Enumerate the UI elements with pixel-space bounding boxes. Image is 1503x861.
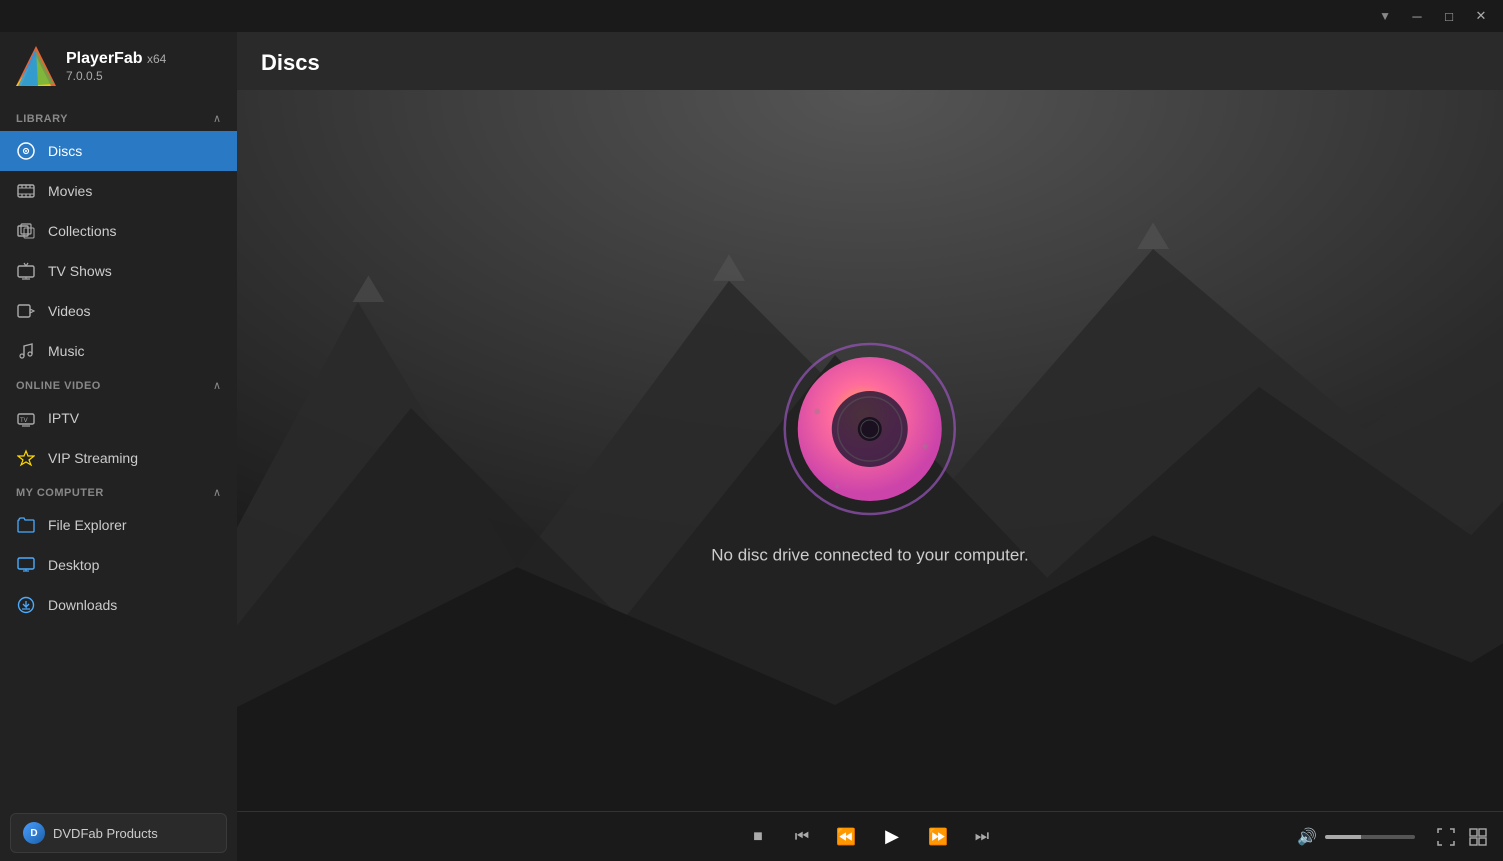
volume-area: 🔊 <box>1297 827 1415 847</box>
library-label: Library <box>16 113 68 125</box>
videos-label: Videos <box>48 303 91 319</box>
disc-icon <box>16 141 36 161</box>
app-logo-icon <box>16 46 56 86</box>
tv-icon <box>16 261 36 281</box>
iptv-icon: TV <box>16 408 36 428</box>
collections-label: Collections <box>48 223 116 239</box>
library-chevron-icon: ∧ <box>213 112 221 125</box>
page-header: Discs <box>237 32 1503 90</box>
online-video-chevron-icon: ∧ <box>213 379 221 392</box>
music-label: Music <box>48 343 85 359</box>
dvdfab-products-button[interactable]: D DVDFab Products <box>10 813 227 853</box>
player-bar: ■ ⏮ ⏪ ▶ ⏩ ⏭ 🔊 <box>237 811 1503 861</box>
videos-icon <box>16 301 36 321</box>
app-name: PlayerFab x64 <box>66 49 166 68</box>
sidebar-item-videos[interactable]: Videos <box>0 291 237 331</box>
sidebar-item-collections[interactable]: Collections <box>0 211 237 251</box>
app-name-version: PlayerFab x64 7.0.0.5 <box>66 49 166 82</box>
sidebar: PlayerFab x64 7.0.0.5 Library ∧ Discs <box>0 32 237 861</box>
sidebar-item-vip-streaming[interactable]: VIP Streaming <box>0 438 237 478</box>
music-icon <box>16 341 36 361</box>
movies-icon <box>16 181 36 201</box>
tv-shows-label: TV Shows <box>48 263 112 279</box>
content-area: Discs <box>237 32 1503 861</box>
player-right-controls: 🔊 <box>1297 827 1487 847</box>
sidebar-item-tv-shows[interactable]: TV Shows <box>0 251 237 291</box>
desktop-icon <box>16 555 36 575</box>
close-button[interactable]: ✕ <box>1467 6 1495 26</box>
sidebar-item-downloads[interactable]: Downloads <box>0 585 237 625</box>
main-display-area: No disc drive connected to your computer… <box>237 90 1503 811</box>
minimize-button[interactable]: ─ <box>1403 6 1431 26</box>
file-explorer-icon <box>16 515 36 535</box>
volume-slider[interactable] <box>1325 835 1415 839</box>
desktop-label: Desktop <box>48 557 99 573</box>
restore-button[interactable]: □ <box>1435 6 1463 26</box>
sidebar-item-music[interactable]: Music <box>0 331 237 371</box>
previous-button[interactable]: ⏮ <box>788 823 816 851</box>
file-explorer-label: File Explorer <box>48 517 127 533</box>
sidebar-item-iptv[interactable]: TV IPTV <box>0 398 237 438</box>
library-section-header[interactable]: Library ∧ <box>0 104 237 131</box>
forward-button[interactable]: ⏩ <box>924 823 952 851</box>
sidebar-item-discs[interactable]: Discs <box>0 131 237 171</box>
vip-streaming-label: VIP Streaming <box>48 450 138 466</box>
my-computer-label: My Computer <box>16 487 104 499</box>
no-disc-message: No disc drive connected to your computer… <box>711 545 1029 565</box>
my-computer-chevron-icon: ∧ <box>213 486 221 499</box>
online-video-label: ONLINE VIDEO <box>16 380 101 392</box>
page-title: Discs <box>261 50 320 75</box>
dvdfab-icon: D <box>23 822 45 844</box>
window-controls: ▼ ─ □ ✕ <box>1379 6 1495 26</box>
my-computer-section-header[interactable]: My Computer ∧ <box>0 478 237 505</box>
disc-empty-state: No disc drive connected to your computer… <box>711 336 1029 565</box>
next-button[interactable]: ⏭ <box>968 823 996 851</box>
sidebar-item-desktop[interactable]: Desktop <box>0 545 237 585</box>
volume-button[interactable]: 🔊 <box>1297 827 1317 847</box>
sidebar-item-file-explorer[interactable]: File Explorer <box>0 505 237 545</box>
play-pause-button[interactable]: ▶ <box>876 821 908 853</box>
discs-label: Discs <box>48 143 82 159</box>
app-version: 7.0.0.5 <box>66 69 166 83</box>
main-layout: PlayerFab x64 7.0.0.5 Library ∧ Discs <box>0 32 1503 861</box>
fullscreen-button[interactable] <box>1437 828 1455 846</box>
rewind-button[interactable]: ⏪ <box>832 823 860 851</box>
downloads-icon <box>16 595 36 615</box>
disc-art-svg <box>778 336 963 521</box>
movies-label: Movies <box>48 183 92 199</box>
titlebar: ▼ ─ □ ✕ <box>0 0 1503 32</box>
stop-button[interactable]: ■ <box>744 823 772 851</box>
grid-view-button[interactable] <box>1469 828 1487 846</box>
iptv-label: IPTV <box>48 410 79 426</box>
app-logo-area: PlayerFab x64 7.0.0.5 <box>0 32 237 104</box>
player-controls: ■ ⏮ ⏪ ▶ ⏩ ⏭ <box>744 821 996 853</box>
svg-text:TV: TV <box>20 418 28 424</box>
collections-icon <box>16 221 36 241</box>
player-bar-inner: ■ ⏮ ⏪ ▶ ⏩ ⏭ 🔊 <box>253 827 1487 847</box>
sidebar-item-movies[interactable]: Movies <box>0 171 237 211</box>
online-video-section-header[interactable]: ONLINE VIDEO ∧ <box>0 371 237 398</box>
signal-icon: ▼ <box>1379 9 1391 23</box>
vip-icon <box>16 448 36 468</box>
downloads-label: Downloads <box>48 597 117 613</box>
dvdfab-label: DVDFab Products <box>53 826 158 841</box>
